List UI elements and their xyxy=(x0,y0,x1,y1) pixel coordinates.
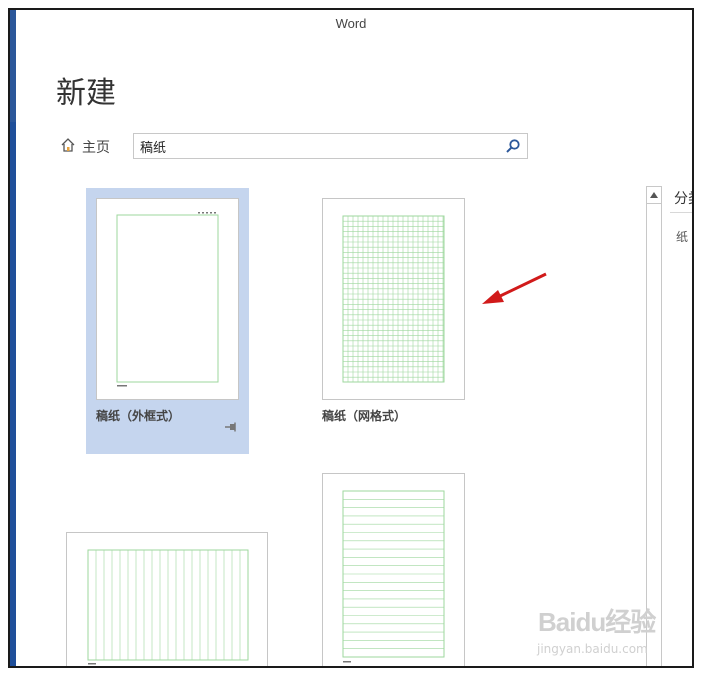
search-icon[interactable] xyxy=(505,138,521,158)
template-thumbnail xyxy=(66,532,268,666)
backstage-accent-strip xyxy=(10,10,16,666)
template-label: 稿纸（网格式） xyxy=(322,409,407,423)
template-card-outer-frame[interactable]: 稿纸（外框式） xyxy=(86,188,249,454)
template-card-vertical-lines[interactable] xyxy=(66,532,270,666)
template-thumbnail xyxy=(322,198,465,400)
home-icon xyxy=(60,137,76,157)
template-thumbnail xyxy=(96,198,239,400)
template-card-horizontal-lines[interactable] xyxy=(322,473,465,666)
word-window: Word 新建 主页 稿纸 稿纸（外框式） 稿纸（网格式） 分 纸 Baidu经… xyxy=(8,8,694,668)
pin-icon[interactable] xyxy=(224,417,238,436)
watermark-logo: Baidu经验 xyxy=(538,607,656,637)
home-breadcrumb[interactable]: 主页 xyxy=(60,137,110,157)
annotation-arrow xyxy=(482,272,547,304)
page-title: 新建 xyxy=(56,76,116,111)
window-title: Word xyxy=(335,16,367,31)
search-input[interactable] xyxy=(134,134,480,157)
home-label: 主页 xyxy=(82,140,110,156)
template-card-grid[interactable]: 稿纸（网格式） xyxy=(312,198,475,438)
template-search-box[interactable] xyxy=(133,133,528,159)
category-divider xyxy=(670,212,692,213)
template-scrollbar[interactable] xyxy=(646,186,662,666)
scroll-up-icon[interactable] xyxy=(647,187,661,204)
category-item[interactable]: 纸 xyxy=(676,228,688,245)
category-pane-header: 分类 xyxy=(674,191,692,207)
template-thumbnail xyxy=(322,473,465,666)
template-label: 稿纸（外框式） xyxy=(96,409,181,423)
watermark-url: jingyan.baidu.com xyxy=(537,642,648,656)
